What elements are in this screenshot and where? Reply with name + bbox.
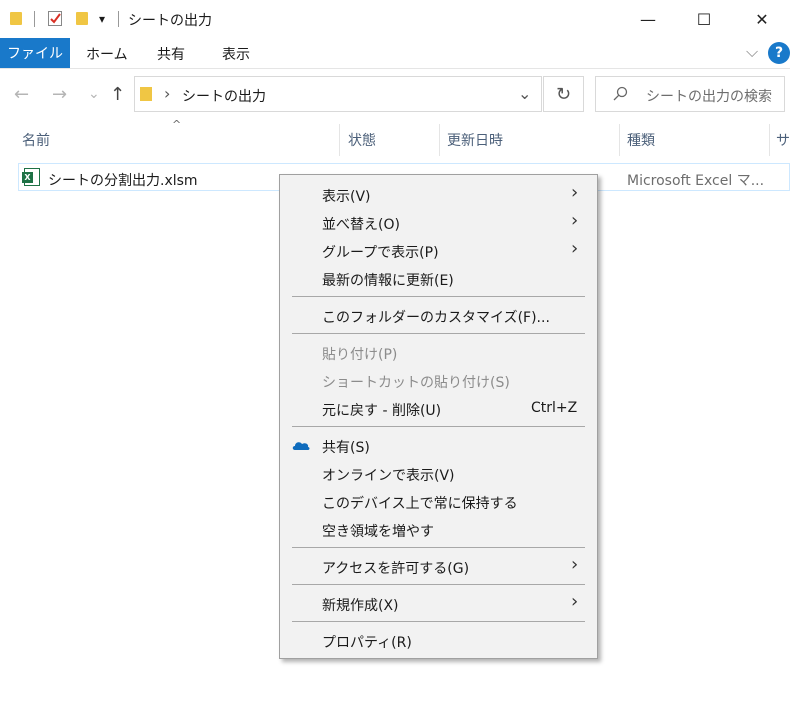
column-name[interactable]: 名前 <box>22 130 50 150</box>
column-type[interactable]: 種類 <box>627 130 655 150</box>
column-divider[interactable] <box>769 124 770 156</box>
menu-item-undo[interactable]: 元に戻す - 削除(U) <box>322 400 441 420</box>
chevron-right-icon[interactable]: › <box>164 84 170 103</box>
submenu-arrow-icon: › <box>571 554 579 575</box>
expand-ribbon-icon[interactable]: ⌵ <box>746 42 758 62</box>
minimize-button[interactable]: — <box>620 0 676 38</box>
submenu-arrow-icon: › <box>571 238 579 259</box>
column-date[interactable]: 更新日時 <box>447 130 503 150</box>
file-type: Microsoft Excel マ... <box>627 173 765 189</box>
tab-home[interactable]: ホーム <box>86 44 128 64</box>
search-input[interactable]: シートの出力の検索 <box>646 86 772 106</box>
address-dropdown-icon[interactable]: ⌄ <box>518 84 531 103</box>
quick-access-dropdown-icon[interactable]: ▾ <box>99 12 105 26</box>
menu-separator <box>292 584 585 585</box>
column-size[interactable]: サ <box>776 130 790 150</box>
search-icon <box>613 86 628 101</box>
maximize-button[interactable]: ☐ <box>676 0 732 38</box>
address-path[interactable]: シートの出力 <box>182 86 266 106</box>
refresh-button[interactable]: ↻ <box>543 76 584 112</box>
menu-item-sort[interactable]: 並べ替え(O) <box>322 214 400 234</box>
submenu-arrow-icon: › <box>571 182 579 203</box>
close-button[interactable]: ✕ <box>734 0 790 38</box>
menu-item-keep-on-device[interactable]: このデバイス上で常に保持する <box>322 493 518 513</box>
column-status[interactable]: 状態 <box>348 130 376 150</box>
help-icon[interactable]: ? <box>768 42 790 64</box>
menu-item-share[interactable]: 共有(S) <box>322 437 370 457</box>
back-button[interactable]: ← <box>14 84 29 105</box>
menu-item-new[interactable]: 新規作成(X) <box>322 595 399 615</box>
column-divider[interactable] <box>339 124 340 156</box>
separator <box>34 11 35 27</box>
menu-item-group[interactable]: グループで表示(P) <box>322 242 439 262</box>
tab-view[interactable]: 表示 <box>222 44 250 64</box>
menu-item-grant-access[interactable]: アクセスを許可する(G) <box>322 558 469 578</box>
menu-separator <box>292 296 585 297</box>
excel-file-icon: X <box>22 168 40 186</box>
menu-separator <box>292 621 585 622</box>
menu-item-view[interactable]: 表示(V) <box>322 186 371 206</box>
column-divider[interactable] <box>439 124 440 156</box>
separator <box>118 11 119 27</box>
menu-item-free-space[interactable]: 空き領域を増やす <box>322 521 434 541</box>
checkmark-icon <box>50 13 61 24</box>
menu-item-properties[interactable]: プロパティ(R) <box>322 632 412 652</box>
menu-separator <box>292 333 585 334</box>
tab-file[interactable]: ファイル <box>0 38 70 68</box>
menu-item-customize[interactable]: このフォルダーのカスタマイズ(F)... <box>322 307 550 327</box>
undo-shortcut: Ctrl+Z <box>531 400 578 416</box>
menu-item-paste: 貼り付け(P) <box>322 347 398 363</box>
column-divider[interactable] <box>619 124 620 156</box>
menu-separator <box>292 547 585 548</box>
file-name[interactable]: シートの分割出力.xlsm <box>48 170 198 190</box>
forward-button[interactable]: → <box>52 84 67 105</box>
menu-separator <box>292 426 585 427</box>
recent-locations-icon[interactable]: ⌄ <box>88 86 100 102</box>
onedrive-cloud-icon <box>292 442 310 450</box>
menu-item-view-online[interactable]: オンラインで表示(V) <box>322 465 455 485</box>
up-button[interactable]: ↑ <box>110 84 125 105</box>
menu-item-paste-shortcut: ショートカットの貼り付け(S) <box>322 375 510 391</box>
submenu-arrow-icon: › <box>571 210 579 231</box>
window-title: シートの出力 <box>128 13 212 29</box>
submenu-arrow-icon: › <box>571 591 579 612</box>
menu-item-refresh[interactable]: 最新の情報に更新(E) <box>322 270 454 290</box>
folder-icon[interactable] <box>10 12 22 25</box>
properties-icon[interactable] <box>48 11 62 26</box>
sort-up-icon: ^ <box>172 118 182 131</box>
new-folder-icon[interactable] <box>76 12 88 25</box>
tab-share[interactable]: 共有 <box>157 44 185 64</box>
folder-icon <box>140 87 152 101</box>
